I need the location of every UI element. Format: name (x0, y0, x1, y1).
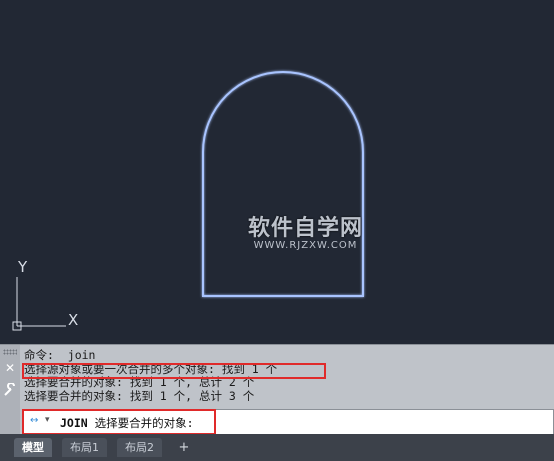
watermark: 软件自学网 WWW.RJZXW.COM (248, 210, 363, 251)
annotation-highlight-box (22, 363, 326, 379)
annotation-highlight-box (22, 409, 216, 435)
layout-tabs-bar: 模型 布局1 布局2 + (0, 434, 554, 461)
ucs-x-label: X (68, 311, 78, 329)
ucs-y-label: Y (17, 258, 28, 276)
drawing-svg: Y X (12, 71, 364, 331)
watermark-title: 软件自学网 (248, 216, 364, 241)
tab-layout1[interactable]: 布局1 (62, 438, 107, 457)
drawing-canvas[interactable]: Y X 软件自学网 WWW.RJZXW.COM (0, 0, 554, 344)
tab-model[interactable]: 模型 (14, 438, 52, 457)
command-line-panel: ✕ 命令: join 选择源对象或要一次合并的多个对象: 找到 1 个 选择要合… (0, 344, 554, 435)
add-layout-button[interactable]: + (176, 438, 192, 457)
arch-shape[interactable] (202, 71, 364, 297)
wrench-icon[interactable] (3, 382, 17, 397)
close-icon[interactable]: ✕ (3, 361, 17, 375)
command-panel-sidebar: ✕ (0, 345, 20, 435)
tab-layout2[interactable]: 布局2 (117, 438, 162, 457)
history-line: 命令: join (24, 348, 96, 362)
watermark-url: WWW.RJZXW.COM (253, 240, 358, 251)
history-line: 选择要合并的对象: 找到 1 个, 总计 3 个 (24, 388, 255, 403)
drag-grip-icon[interactable] (3, 349, 17, 355)
